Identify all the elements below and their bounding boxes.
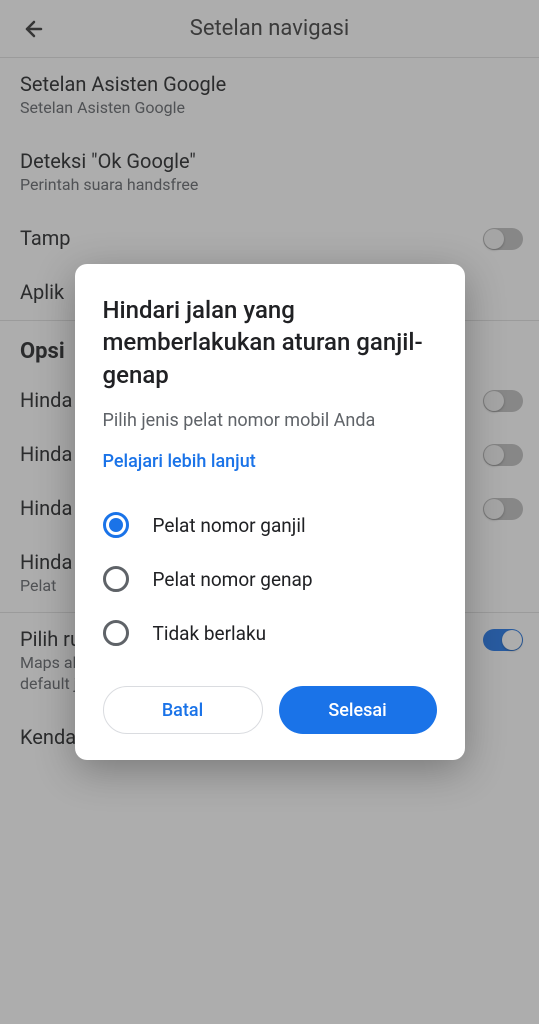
dialog-subtitle: Pilih jenis pelat nomor mobil Anda [103,409,437,433]
dialog-button-row: Batal Selesai [103,686,437,734]
radio-icon [103,620,129,646]
modal-overlay[interactable]: Hindari jalan yang memberlakukan aturan … [0,0,539,1024]
radio-icon [103,512,129,538]
radio-label: Pelat nomor genap [153,568,313,591]
radio-icon [103,566,129,592]
cancel-button[interactable]: Batal [103,686,263,734]
dialog-title: Hindari jalan yang memberlakukan aturan … [103,294,437,391]
learn-more-link[interactable]: Pelajari lebih lanjut [103,451,437,472]
radio-odd-plate[interactable]: Pelat nomor ganjil [103,498,437,552]
done-button[interactable]: Selesai [279,686,437,734]
radio-na-plate[interactable]: Tidak berlaku [103,606,437,660]
plate-radio-group: Pelat nomor ganjil Pelat nomor genap Tid… [103,498,437,660]
radio-label: Tidak berlaku [153,622,267,645]
radio-even-plate[interactable]: Pelat nomor genap [103,552,437,606]
odd-even-dialog: Hindari jalan yang memberlakukan aturan … [75,264,465,760]
radio-label: Pelat nomor ganjil [153,514,306,537]
